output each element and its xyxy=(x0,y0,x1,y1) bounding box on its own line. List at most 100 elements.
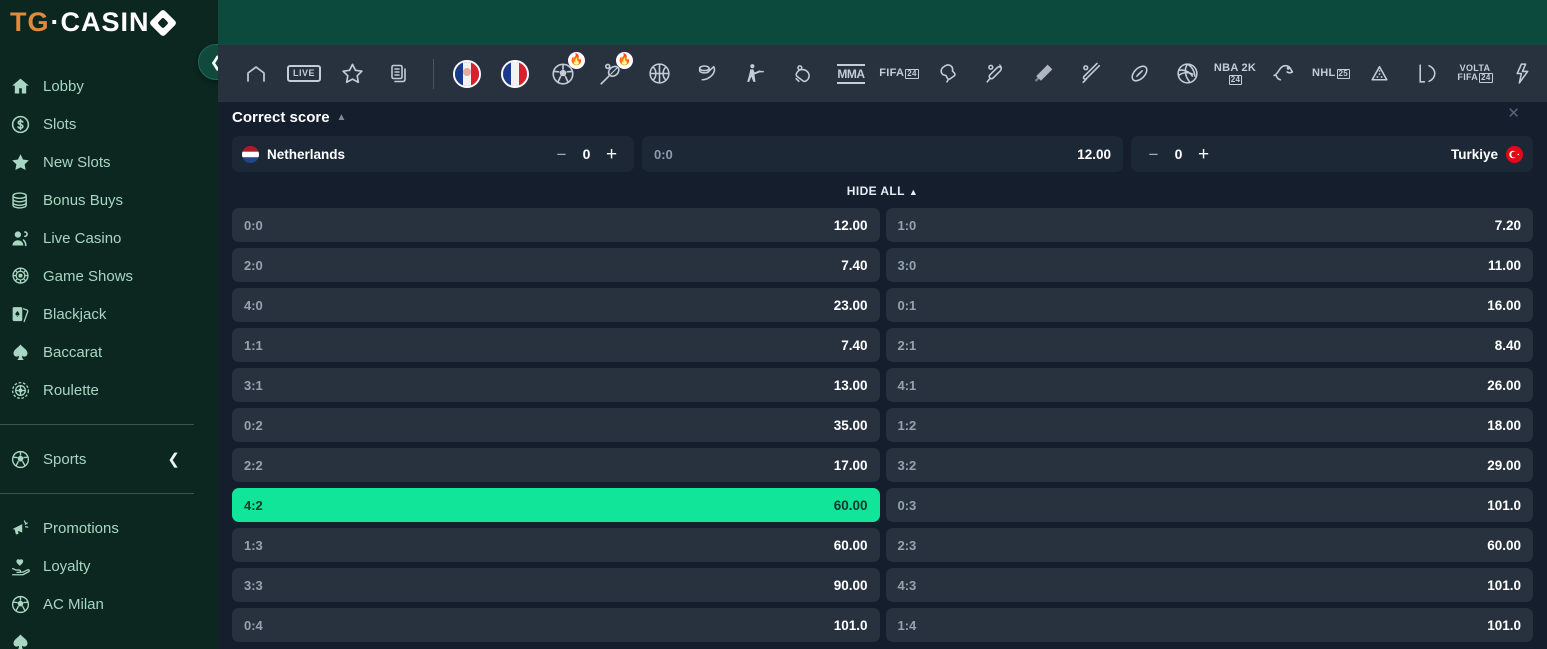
sportnav-horse-racing-icon[interactable] xyxy=(1259,50,1307,98)
sidebar-item-slots[interactable]: Slots xyxy=(0,105,218,143)
sidebar-item-bonus-buys[interactable]: Bonus Buys xyxy=(0,181,218,219)
sportnav-soccer-icon[interactable]: 🔥 xyxy=(539,50,587,98)
sportnav-live-icon[interactable]: LIVE xyxy=(280,50,328,98)
score-cell[interactable]: 1:0 7.20 xyxy=(885,208,1533,242)
score-cell[interactable]: 0:3 101.0 xyxy=(885,488,1533,522)
score-cell[interactable]: 2:3 60.00 xyxy=(885,528,1533,562)
score-cell[interactable]: 3:1 13.00 xyxy=(232,368,880,402)
score-cell-odds: 60.00 xyxy=(833,497,868,513)
sportnav-cricket-icon[interactable] xyxy=(971,50,1019,98)
score-cell-label: 4:3 xyxy=(897,577,917,593)
score-cell[interactable]: 1:3 60.00 xyxy=(232,528,880,562)
home-score-minus-button[interactable]: − xyxy=(555,146,568,163)
sidebar-item-live-casino[interactable]: Live Casino xyxy=(0,219,218,257)
score-cell-label: 3:0 xyxy=(897,257,917,273)
sidebar-item-blackjack[interactable]: Blackjack xyxy=(0,295,218,333)
sidebar-item-sports[interactable]: Sports ❮ xyxy=(0,440,218,478)
score-cell[interactable]: 0:0 12.00 xyxy=(232,208,880,242)
sportnav-american-football-icon[interactable] xyxy=(1115,50,1163,98)
volta-fifa24-label: VOLTA FIFA 24 xyxy=(1457,63,1493,83)
brand-logo[interactable]: TG · CASIN xyxy=(0,0,218,45)
sidebar-item-roulette[interactable]: Roulette xyxy=(0,371,218,409)
sportnav-nba2k24-icon[interactable]: NBA 2K24 xyxy=(1211,50,1259,98)
sportnav-table-tennis-icon[interactable] xyxy=(779,50,827,98)
sportnav-lacrosse-icon[interactable]: 🔥 xyxy=(587,50,635,98)
sportnav-volleyball-icon[interactable] xyxy=(1163,50,1211,98)
score-cell[interactable]: 4:3 101.0 xyxy=(885,568,1533,602)
score-cell[interactable]: 3:3 90.00 xyxy=(232,568,880,602)
score-cell[interactable]: 1:1 7.40 xyxy=(232,328,880,362)
sidebar-item-baccarat[interactable]: Baccarat xyxy=(0,333,218,371)
sportnav-handball-icon[interactable] xyxy=(1403,50,1451,98)
sidebar-item-promotions[interactable]: Promotions xyxy=(0,509,218,547)
sportnav-snooker-icon[interactable] xyxy=(1355,50,1403,98)
sidebar-item-game-shows[interactable]: Game Shows xyxy=(0,257,218,295)
hide-all-button[interactable]: HIDE ALL ▲ xyxy=(232,184,1533,198)
dollar-coin-icon xyxy=(8,112,32,136)
score-cell-label: 4:1 xyxy=(897,377,917,393)
score-cell[interactable]: 2:1 8.40 xyxy=(885,328,1533,362)
score-cell-label: 4:0 xyxy=(244,297,263,313)
score-cell[interactable]: 3:0 11.00 xyxy=(885,248,1533,282)
score-cell[interactable]: 3:2 29.00 xyxy=(885,448,1533,482)
sidebar-item-new-slots[interactable]: New Slots xyxy=(0,143,218,181)
sidebar-nav: Lobby Slots New Slots Bonus Buys Live Ca… xyxy=(0,45,218,649)
sportnav-star-icon[interactable] xyxy=(328,50,376,98)
selected-score-chip[interactable]: 0:0 12.00 xyxy=(642,136,1123,172)
sportnav-esports-shooter-icon[interactable] xyxy=(731,50,779,98)
score-cell[interactable]: 2:2 17.00 xyxy=(232,448,880,482)
score-cell[interactable]: 1:4 101.0 xyxy=(885,608,1533,642)
flag-euro-icon xyxy=(501,59,529,88)
spade-icon xyxy=(8,340,32,364)
caret-up-icon[interactable]: ▲ xyxy=(337,112,347,123)
page-title: Correct score xyxy=(232,108,330,126)
sidebar-item-label: Sports xyxy=(43,450,87,468)
score-cell[interactable]: 4:0 23.00 xyxy=(232,288,880,322)
close-icon[interactable]: ✕ xyxy=(1507,106,1520,121)
sportnav-nhl25-icon[interactable]: NHL 25 xyxy=(1307,50,1355,98)
sidebar-item-loyalty[interactable]: Loyalty xyxy=(0,547,218,585)
home-score-plus-button[interactable]: + xyxy=(605,145,618,164)
sidebar-item-partial[interactable] xyxy=(0,623,218,649)
score-cell[interactable]: 1:2 18.00 xyxy=(885,408,1533,442)
sidebar-item-ac-milan[interactable]: AC Milan xyxy=(0,585,218,623)
sportnav-basketball-icon[interactable] xyxy=(635,50,683,98)
sportnav-boxing-icon[interactable] xyxy=(923,50,971,98)
sportnav-mma-icon[interactable]: MMA xyxy=(827,50,875,98)
logo-tg-text: TG xyxy=(10,7,50,37)
score-cell[interactable]: 4:2 60.00 xyxy=(232,488,880,522)
sportnav-flag-france-icon[interactable] xyxy=(443,50,491,98)
score-cell[interactable]: 4:1 26.00 xyxy=(885,368,1533,402)
score-cell-label: 0:3 xyxy=(897,497,917,513)
sidebar-item-lobby[interactable]: Lobby xyxy=(0,67,218,105)
score-cell-label: 2:0 xyxy=(244,257,263,273)
score-cell-label: 2:1 xyxy=(897,337,917,353)
chevron-left-icon[interactable]: ❮ xyxy=(167,452,180,467)
sportnav-ice-hockey-icon[interactable] xyxy=(683,50,731,98)
score-cell-odds: 35.00 xyxy=(833,417,868,433)
sportnav-more-sports-icon[interactable] xyxy=(1499,50,1547,98)
nhl25-label: NHL 25 xyxy=(1311,67,1350,79)
sportnav-home-icon[interactable] xyxy=(232,50,280,98)
away-score-plus-button[interactable]: + xyxy=(1197,145,1210,164)
score-cell-odds: 7.40 xyxy=(841,337,868,353)
nba2k24-label: NBA 2K24 xyxy=(1213,61,1257,85)
away-score-minus-button[interactable]: − xyxy=(1147,146,1160,163)
sportnav-flag-euro-icon[interactable] xyxy=(491,50,539,98)
score-cell[interactable]: 0:1 16.00 xyxy=(885,288,1533,322)
sportnav-volta-fifa24-icon[interactable]: VOLTA FIFA 24 xyxy=(1451,50,1499,98)
diamond-icon xyxy=(148,8,177,37)
flag-france-icon xyxy=(453,59,481,88)
away-score-stepper: − 0 + xyxy=(1137,145,1210,164)
score-cell[interactable]: 0:2 35.00 xyxy=(232,408,880,442)
score-cell[interactable]: 2:0 7.40 xyxy=(232,248,880,282)
sportnav-multi-bet-icon[interactable] xyxy=(376,50,424,98)
score-cell[interactable]: 0:4 101.0 xyxy=(232,608,880,642)
sportnav-baseball-icon[interactable] xyxy=(1067,50,1115,98)
away-team-box: − 0 + Turkiye xyxy=(1131,136,1533,172)
logo-casino-text: CASIN xyxy=(60,7,150,37)
sportnav-badminton-icon[interactable] xyxy=(1019,50,1067,98)
score-cell-odds: 11.00 xyxy=(1487,257,1521,273)
sportnav-fifa24-icon[interactable]: FIFA 24 xyxy=(875,50,923,98)
sidebar-item-label: Roulette xyxy=(43,381,99,399)
